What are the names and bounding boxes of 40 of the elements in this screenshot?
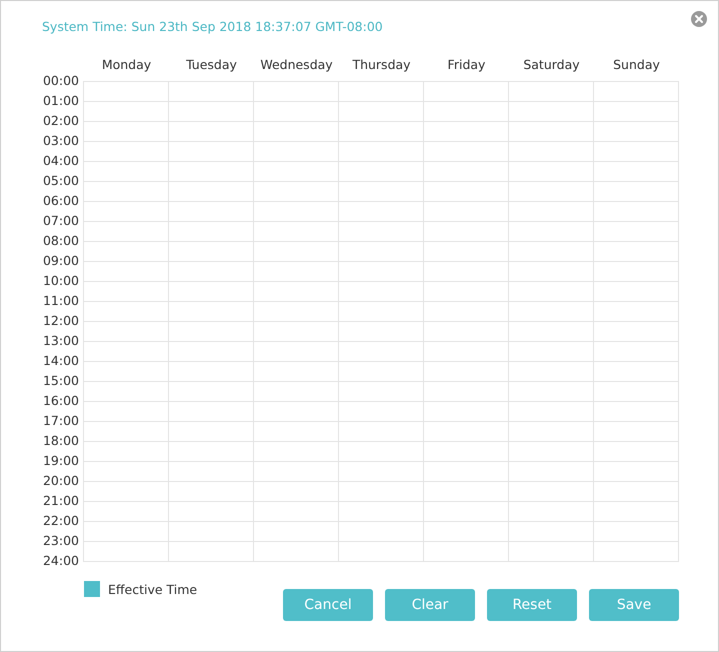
- hour-label: 18:00: [42, 432, 79, 450]
- hour-label: 01:00: [42, 92, 79, 110]
- hour-label: 19:00: [42, 452, 79, 470]
- hour-label: 00:00: [42, 72, 79, 90]
- day-header: Monday: [100, 56, 152, 74]
- hour-label: 04:00: [42, 152, 79, 170]
- action-button[interactable]: Clear: [385, 589, 475, 621]
- hour-label: 09:00: [42, 252, 79, 270]
- day-header: Sunday: [612, 56, 661, 74]
- hour-label: 24:00: [42, 552, 79, 570]
- hour-label: 08:00: [42, 232, 79, 250]
- hour-label: 12:00: [42, 312, 79, 330]
- action-button[interactable]: Reset: [487, 589, 577, 621]
- hour-label: 14:00: [42, 352, 79, 370]
- hour-label: 10:00: [42, 272, 79, 290]
- action-button[interactable]: Save: [589, 589, 679, 621]
- day-header: Thursday: [351, 56, 412, 74]
- hour-label: 07:00: [42, 212, 79, 230]
- system-time: System Time: Sun 23th Sep 2018 18:37:07 GMT-08:00: [42, 18, 384, 36]
- hour-label: 22:00: [42, 512, 79, 530]
- hour-label: 03:00: [42, 132, 79, 150]
- day-header: Wednesday: [259, 56, 334, 74]
- legend-swatch: [84, 581, 100, 597]
- hour-label: 11:00: [42, 292, 79, 310]
- hour-label: 17:00: [42, 412, 79, 430]
- day-header: Tuesday: [185, 56, 238, 74]
- hour-label: 02:00: [42, 112, 79, 130]
- hour-label: 16:00: [42, 392, 79, 410]
- hour-label: 15:00: [42, 372, 79, 390]
- hour-label: 05:00: [42, 172, 79, 190]
- hour-label: 21:00: [42, 492, 79, 510]
- hour-label: 13:00: [42, 332, 79, 350]
- hour-label: 20:00: [42, 472, 79, 490]
- legend-label: Effective Time: [108, 582, 198, 596]
- close-icon[interactable]: [691, 11, 707, 27]
- day-header: Saturday: [522, 56, 581, 74]
- hour-label: 06:00: [42, 192, 79, 210]
- hour-label: 23:00: [42, 532, 79, 550]
- day-header: Friday: [446, 56, 486, 74]
- action-button[interactable]: Cancel: [283, 589, 373, 621]
